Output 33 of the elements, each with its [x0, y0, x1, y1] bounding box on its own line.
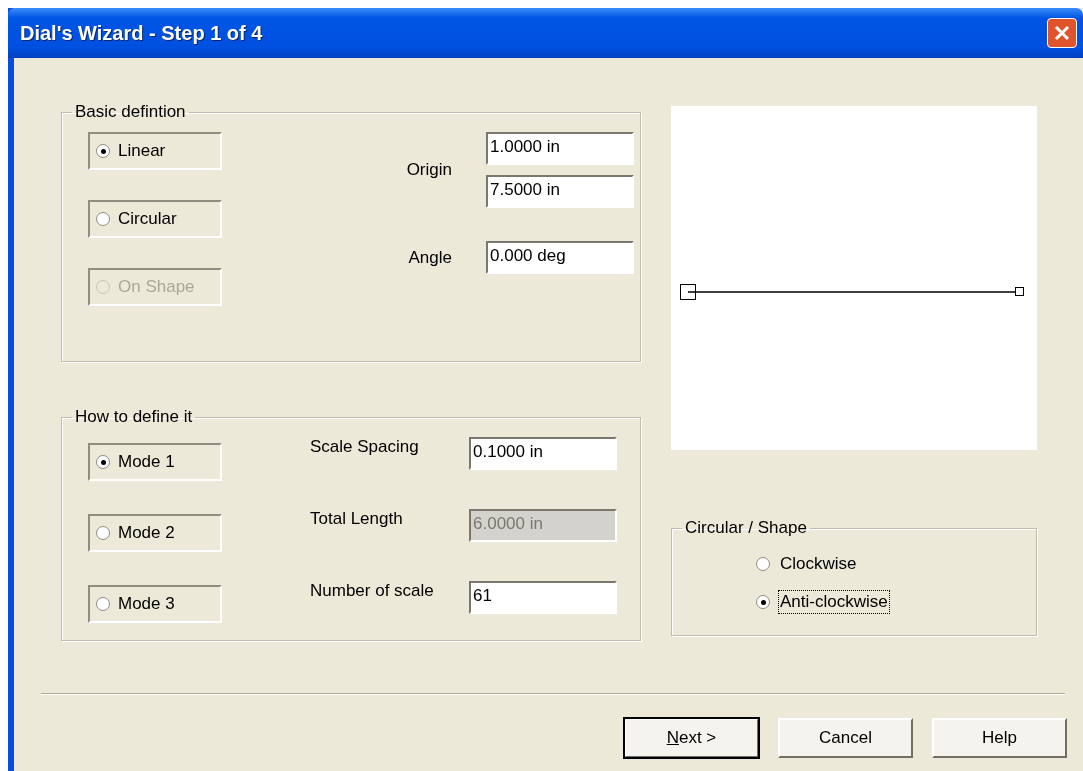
dialog-button[interactable]: Cancel: [778, 718, 913, 758]
radio-option[interactable]: Mode 3: [88, 585, 222, 623]
radio-option[interactable]: Mode 1: [88, 443, 222, 481]
field-label: Scale Spacing: [309, 437, 420, 457]
radio-label[interactable]: Clockwise: [778, 552, 859, 576]
group-title: Circular / Shape: [684, 518, 808, 538]
group-title: How to define it: [74, 407, 194, 427]
field-label: Total Length: [309, 509, 404, 529]
radio-button[interactable]: [96, 212, 110, 226]
radio-option[interactable]: Mode 2: [88, 514, 222, 552]
field-label: Angle: [407, 247, 453, 268]
radio-label[interactable]: Anti-clockwise: [778, 590, 890, 614]
input-field[interactable]: 1.0000 in: [486, 132, 634, 165]
radio-option[interactable]: Linear: [88, 132, 222, 170]
radio-button[interactable]: [96, 526, 110, 540]
radio-button[interactable]: [756, 595, 770, 609]
input-field[interactable]: 61: [469, 581, 617, 614]
close-icon: [1053, 24, 1071, 42]
window-title: Dial's Wizard - Step 1 of 4: [20, 21, 264, 45]
input-field[interactable]: 0.000 deg: [486, 241, 634, 274]
group-title: Basic defintion: [74, 102, 187, 122]
radio-button[interactable]: [96, 597, 110, 611]
radio-button[interactable]: [96, 455, 110, 469]
input-field[interactable]: 7.5000 in: [486, 175, 634, 208]
dialog-button[interactable]: Help: [932, 718, 1067, 758]
field-label: Origin: [405, 160, 453, 180]
input-field[interactable]: 0.1000 in: [469, 437, 617, 470]
radio-button[interactable]: [96, 144, 110, 158]
radio-button[interactable]: [756, 557, 770, 571]
field-label: Number of scale: [309, 581, 435, 601]
close-button[interactable]: [1047, 18, 1077, 48]
radio-option[interactable]: Circular: [88, 200, 222, 238]
dialog-button[interactable]: Next >: [624, 718, 759, 758]
